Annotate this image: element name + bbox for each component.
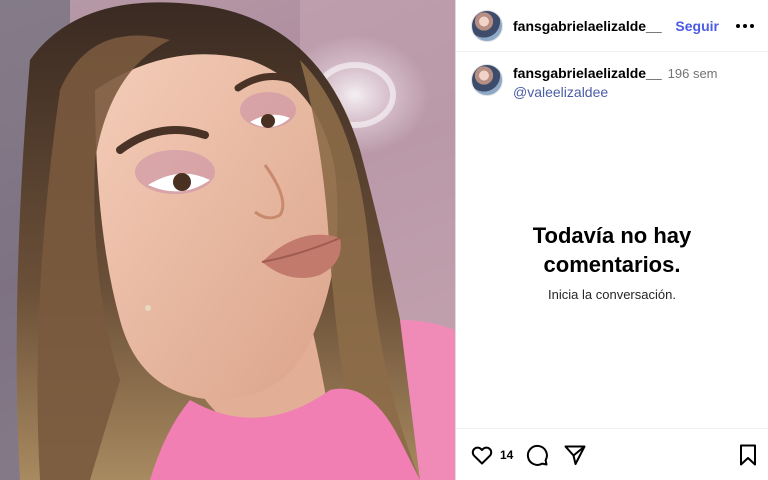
- selfie-image: [0, 0, 455, 480]
- bookmark-icon[interactable]: [736, 443, 760, 467]
- more-options-icon[interactable]: [736, 20, 754, 32]
- post-actions-bar: 14: [456, 428, 768, 480]
- author-avatar[interactable]: [471, 9, 503, 42]
- author-username[interactable]: fansgabrielaelizalde__: [513, 18, 662, 34]
- empty-comments-title: Todavía no hay comentarios.: [532, 222, 692, 277]
- comments-area: Todavía no hay comentarios. Inicia la co…: [456, 104, 768, 428]
- share-icon[interactable]: [563, 443, 587, 467]
- caption-timestamp[interactable]: 196 sem: [668, 66, 718, 81]
- heart-icon[interactable]: [470, 443, 494, 467]
- post-side-panel: fansgabrielaelizalde__ Seguir fansgabrie…: [455, 0, 768, 480]
- empty-comments-subtitle: Inicia la conversación.: [548, 286, 676, 302]
- post-photo[interactable]: [0, 0, 455, 480]
- post-header: fansgabrielaelizalde__ Seguir: [456, 0, 768, 52]
- post-caption: fansgabrielaelizalde__ 196 sem @valeeliza…: [456, 52, 768, 104]
- like-count[interactable]: 14: [500, 448, 513, 462]
- caption-mention-link[interactable]: @valeelizaldee: [513, 83, 718, 101]
- comment-icon[interactable]: [525, 443, 549, 467]
- instagram-post-view: fansgabrielaelizalde__ Seguir fansgabrie…: [0, 0, 768, 480]
- caption-avatar[interactable]: [471, 64, 503, 96]
- caption-username[interactable]: fansgabrielaelizalde__: [513, 65, 662, 81]
- follow-button[interactable]: Seguir: [675, 18, 719, 34]
